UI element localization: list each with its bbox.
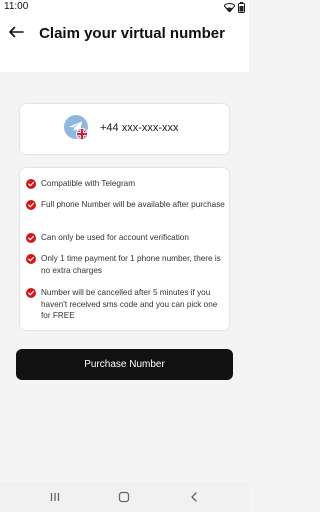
- home-button[interactable]: [117, 490, 131, 504]
- feature-text: Only 1 time payment for 1 phone number, …: [41, 254, 221, 275]
- check-circle-icon: [26, 254, 36, 264]
- purchase-button-label: Purchase Number: [84, 359, 165, 370]
- features-card: Compatible with Telegram Full phone Numb…: [20, 168, 229, 330]
- home-icon: [118, 491, 130, 503]
- status-bar: 11:00: [0, 0, 249, 14]
- chevron-left-icon: [191, 492, 197, 502]
- feature-text: Number will be cancelled after 5 minutes…: [41, 288, 218, 320]
- battery-icon: [238, 1, 245, 13]
- feature-text: Full phone Number will be available afte…: [41, 200, 225, 209]
- feature-text: Compatible with Telegram: [41, 179, 136, 188]
- check-circle-icon: [26, 233, 36, 243]
- recent-apps-button[interactable]: [48, 490, 62, 504]
- check-circle-icon: [26, 179, 36, 189]
- system-nav-bar: [0, 482, 249, 512]
- check-circle-icon: [26, 200, 36, 210]
- header: Claim your virtual number: [0, 14, 249, 72]
- status-time: 11:00: [4, 1, 29, 12]
- back-nav-button[interactable]: [187, 490, 201, 504]
- back-button[interactable]: [8, 25, 24, 38]
- phone-number: +44 xxx-xxx-xxx: [100, 122, 179, 134]
- page-title: Claim your virtual number: [39, 25, 225, 42]
- uk-flag-icon: [76, 128, 88, 140]
- wifi-icon: [224, 2, 235, 12]
- status-icons: [224, 1, 245, 13]
- check-circle-icon: [26, 288, 36, 298]
- purchase-number-button[interactable]: Purchase Number: [16, 349, 233, 380]
- recent-apps-icon: [50, 493, 60, 501]
- number-card: +44 xxx-xxx-xxx: [20, 104, 229, 154]
- feature-text: Can only be used for account verificatio…: [41, 233, 189, 242]
- arrow-left-icon: [9, 26, 24, 38]
